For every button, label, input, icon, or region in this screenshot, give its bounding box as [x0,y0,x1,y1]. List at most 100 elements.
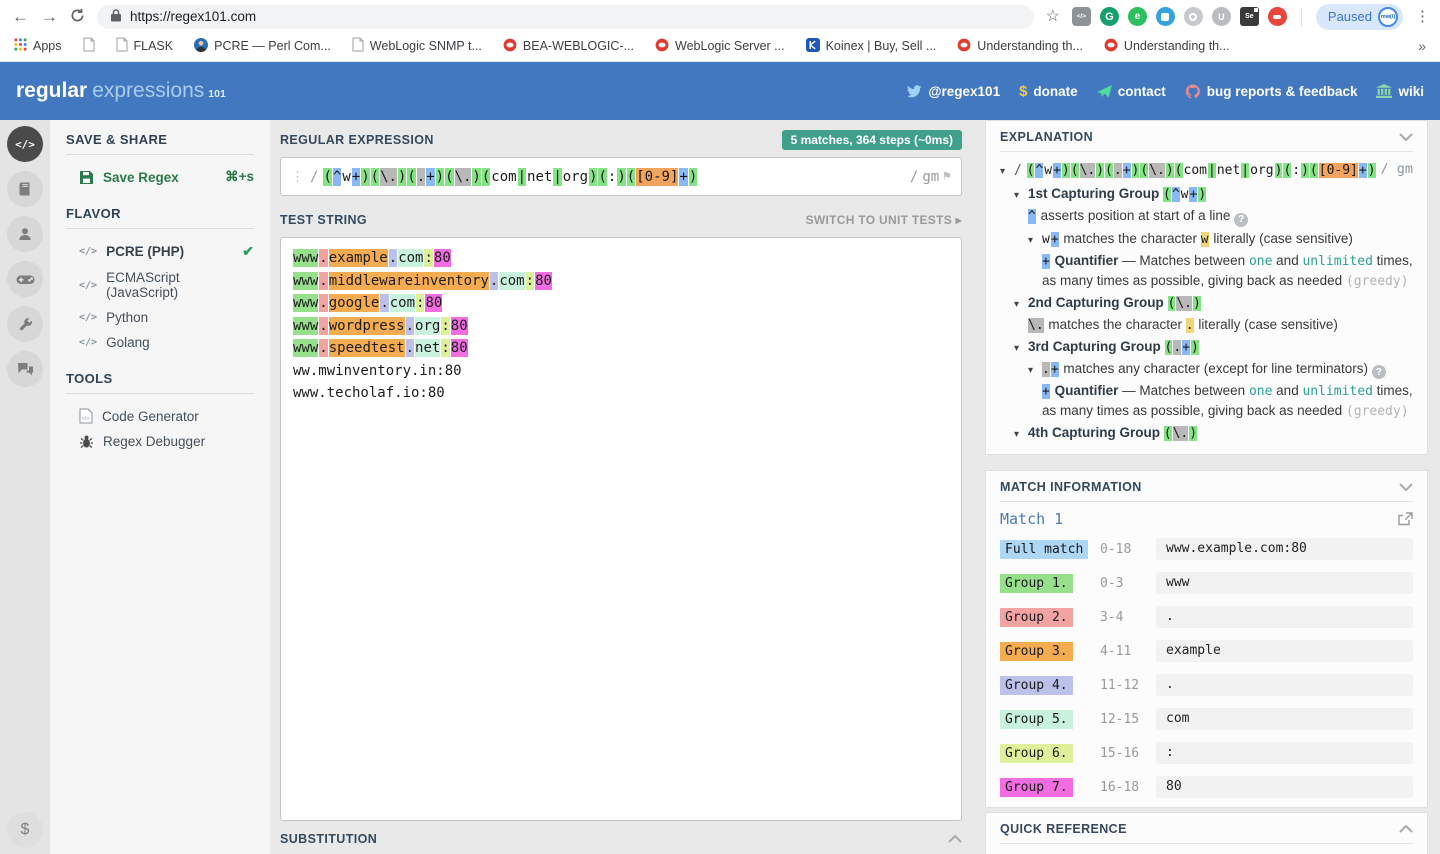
drag-handle-icon[interactable]: ⋮ [291,169,304,185]
match-row-group-3: Group 3.4-11example [1000,640,1413,662]
regex-flags-area[interactable]: / gm ⚑ [910,169,951,185]
collapse-arrow-icon[interactable]: ▾ [1014,425,1019,444]
selenium-extension-icon[interactable]: Se [1240,7,1259,26]
sidebar-item-golang[interactable]: </>Golang [66,330,254,355]
regex-token: com [1184,163,1207,178]
nav-bug-reports-feedback[interactable]: bug reports & feedback [1185,84,1358,99]
lock-icon [111,9,121,25]
test-segment: org [415,317,440,335]
paused-extension-pill[interactable]: Paused mw(i) [1316,4,1403,30]
test-segment: : [424,249,432,267]
explanation-segment: Quantifier [1055,383,1119,398]
explanation-segment: ) [1193,296,1201,311]
test-segment: www [293,339,318,357]
evernote-extension-icon[interactable]: e [1128,7,1147,26]
test-segment: 80 [425,294,442,312]
code-extension-icon[interactable]: </> [1072,7,1091,26]
ublock-extension-icon[interactable]: U [1212,7,1231,26]
match-group-badge: Group 7. [1000,778,1073,797]
nav-regex101[interactable]: @regex101 [906,84,1000,99]
regex-token: [0-9] [1319,163,1358,178]
regex-token: ( [323,168,331,186]
collapse-arrow-icon[interactable]: ▾ [1014,186,1019,205]
back-icon[interactable]: ← [12,8,29,25]
chevron-down-icon[interactable] [1399,133,1413,141]
match-count-badge: 5 matches, 364 steps (~0ms) [782,130,962,150]
regex-token: ( [1283,163,1291,178]
regex-input[interactable]: ⋮ / (^w+)(\.)(.+)(\.)(com|net|org)(:)([0… [280,157,962,196]
collapse-arrow-icon[interactable]: ▾ [1000,162,1005,181]
collapse-arrow-icon[interactable]: ▾ [1014,339,1019,358]
url-text[interactable]: https://regex101.com [130,9,256,24]
bookmark-star-icon[interactable]: ☆ [1046,9,1060,25]
red-extension-icon[interactable] [1268,7,1287,26]
collapse-arrow-icon[interactable]: ▾ [1028,361,1033,380]
rail-user-icon[interactable] [7,216,43,252]
bookmark-koinex-buy-sell[interactable]: Koinex | Buy, Sell ... [806,38,937,55]
address-bar[interactable]: https://regex101.com [97,5,1034,29]
blue-extension-icon[interactable] [1156,7,1175,26]
sidebar-item-save-regex[interactable]: Save Regex⌘+s [66,164,254,190]
explanation-segment: + [1051,232,1059,247]
chevron-up-icon[interactable] [948,835,962,843]
browser-menu-icon[interactable]: ⋮ [1415,9,1430,24]
explanation-line: ▾3rd Capturing Group (.+) [1000,337,1413,357]
collapse-arrow-icon[interactable]: ▾ [1014,295,1019,314]
help-icon[interactable]: ? [1234,213,1248,227]
bookmark-understanding-th[interactable]: Understanding th... [1104,38,1230,55]
explanation-segment: \. [1028,318,1044,333]
bookmark-weblogic-server[interactable]: WebLogic Server ... [655,38,785,55]
reload-icon[interactable] [70,8,85,26]
nav-donate[interactable]: $donate [1019,83,1078,100]
test-segment: com [390,294,415,312]
switch-to-unit-tests-link[interactable]: SWITCH TO UNIT TESTS ▸ [806,213,962,227]
rail-chat-icon[interactable] [7,351,43,387]
bookmark-label: WebLogic SNMP t... [370,39,482,53]
bookmark-weblogic-snmp-t[interactable]: WebLogic SNMP t... [352,37,482,55]
regex-token: : [608,168,616,186]
test-string-textarea[interactable]: www.example.com:80www.middlewareinventor… [280,237,962,821]
explanation-segment: ( [1163,187,1171,202]
test-segment: net [415,339,440,357]
bookmark-pcre-perl-com[interactable]: PCRE — Perl Com... [194,38,331,55]
bookmarks-overflow-icon[interactable]: » [1418,38,1426,54]
regex-expression-text[interactable]: (^w+)(\.)(.+)(\.)(com|net|org)(:)([0-9]+… [323,169,698,185]
match-group-badge: Full match [1000,540,1088,559]
rail-wrench-icon[interactable] [7,306,43,342]
bookmark-bea-weblogic[interactable]: BEA-WEBLOGIC-... [503,38,634,55]
regex-flags[interactable]: gm [922,169,939,185]
sidebar-item-pcre-php[interactable]: </>PCRE (PHP)✔ [66,238,254,265]
bookmark-page[interactable] [83,37,95,55]
nav-contact[interactable]: contact [1097,84,1166,99]
rail-code-icon[interactable]: </> [7,126,43,162]
sidebar-item-python[interactable]: </>Python [66,305,254,330]
collapse-arrow-icon[interactable]: ▾ [1028,231,1033,250]
match-group-badge: Group 4. [1000,676,1073,695]
bookmark-understanding-th[interactable]: Understanding th... [957,38,1083,55]
sidebar-item-code-generator[interactable]: </>Code Generator [66,403,254,429]
donate-dollar-icon[interactable]: $ [7,812,43,848]
forward-icon[interactable]: → [41,8,58,25]
help-icon[interactable]: ? [1372,365,1386,379]
sidebar-item-ecmascript-javascript[interactable]: </>ECMAScript (JavaScript) [66,265,254,305]
grammarly-extension-icon[interactable]: G [1100,7,1119,26]
bookmark-apps[interactable]: Apps [14,38,62,54]
gray-extension-icon[interactable] [1184,7,1203,26]
substitution-header[interactable]: SUBSTITUTION [280,832,962,854]
export-match-icon[interactable] [1397,512,1413,526]
site-logo[interactable]: regular expressions 101 [16,79,226,103]
bookmark-flask[interactable]: FLASK [116,37,174,55]
nav-wiki[interactable]: wiki [1376,84,1424,99]
menu-item-label: ECMAScript (JavaScript) [106,270,254,300]
match-value: com [1156,708,1413,730]
flag-icon[interactable]: ⚑ [943,169,951,184]
rail-gamepad-icon[interactable] [7,261,43,297]
regex-token: ( [1105,163,1113,178]
explanation-line: + Quantifier — Matches between one and u… [1000,381,1413,421]
rail-book-icon[interactable] [7,171,43,207]
chevron-up-icon[interactable] [1399,825,1413,833]
menu-section-flavor: FLAVOR</>PCRE (PHP)✔</>ECMAScript (JavaS… [66,206,254,355]
chevron-down-icon[interactable] [1399,483,1413,491]
sidebar-item-regex-debugger[interactable]: Regex Debugger [66,429,254,454]
regex-token: com [491,168,516,186]
